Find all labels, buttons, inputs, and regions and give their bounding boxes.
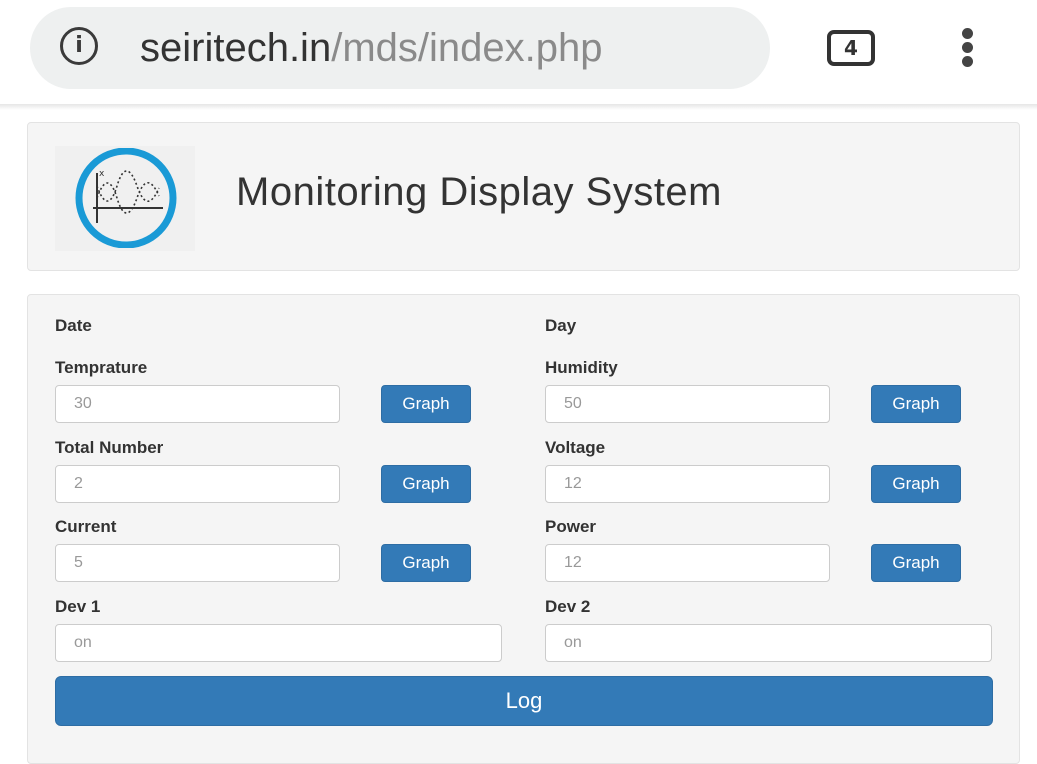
current-label: Current	[55, 517, 117, 536]
dev2-label: Dev 2	[545, 597, 591, 616]
voltage-field[interactable]	[545, 465, 830, 503]
log-button[interactable]: Log	[55, 676, 993, 726]
voltage-graph-button[interactable]: Graph	[871, 465, 961, 503]
page-title: Monitoring Display System	[236, 170, 722, 214]
url-host: seiritech.in	[140, 26, 332, 70]
dev1-label: Dev 1	[55, 597, 101, 616]
current-graph-button[interactable]: Graph	[381, 544, 471, 582]
dev1-field[interactable]	[55, 624, 502, 662]
day-label: Day	[545, 316, 577, 335]
power-field[interactable]	[545, 544, 830, 582]
dev2-field[interactable]	[545, 624, 992, 662]
power-label: Power	[545, 517, 597, 536]
total-number-graph-button[interactable]: Graph	[381, 465, 471, 503]
humidity-graph-button[interactable]: Graph	[871, 385, 961, 423]
toolbar-shadow	[0, 104, 1037, 110]
more-vert-icon[interactable]	[958, 28, 978, 68]
power-graph-button[interactable]: Graph	[871, 544, 961, 582]
info-icon[interactable]: i	[60, 27, 98, 65]
temperature-label: Temprature	[55, 358, 148, 377]
svg-text:x: x	[99, 169, 105, 179]
temperature-field[interactable]	[55, 385, 340, 423]
humidity-label: Humidity	[545, 358, 618, 377]
waveform-chart-icon: x	[75, 148, 177, 248]
current-field[interactable]	[55, 544, 340, 582]
url-text[interactable]: seiritech.in/mds/index.php	[140, 25, 602, 71]
total-number-label: Total Number	[55, 438, 164, 457]
header-panel: x Monitoring Display System	[27, 122, 1020, 271]
voltage-label: Voltage	[545, 438, 606, 457]
total-number-field[interactable]	[55, 465, 340, 503]
date-label: Date	[55, 316, 92, 335]
temperature-graph-button[interactable]: Graph	[381, 385, 471, 423]
tab-switcher-button[interactable]: 4	[827, 30, 875, 66]
sensor-form: Date Day Temprature Graph Humidity Graph…	[27, 294, 1020, 764]
humidity-field[interactable]	[545, 385, 830, 423]
browser-toolbar: i seiritech.in/mds/index.php 4	[0, 0, 1037, 108]
url-path: /mds/index.php	[331, 26, 603, 70]
